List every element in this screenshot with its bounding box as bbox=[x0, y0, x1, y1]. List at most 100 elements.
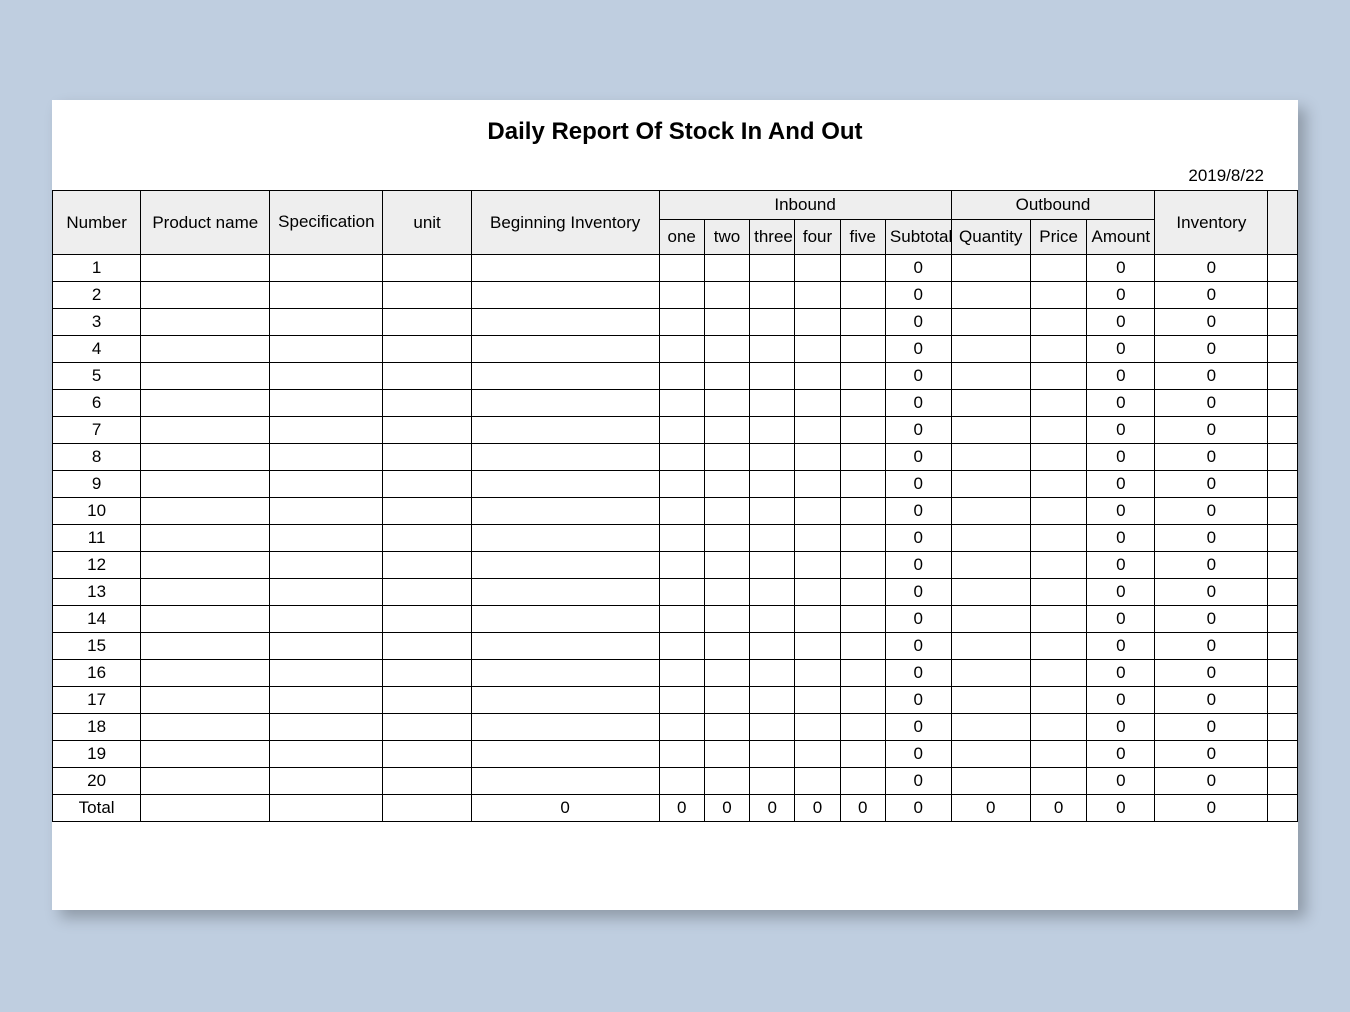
cell-five[interactable] bbox=[840, 390, 885, 417]
cell-amount[interactable]: 0 bbox=[1087, 444, 1155, 471]
cell-two[interactable] bbox=[704, 390, 749, 417]
cell-price[interactable] bbox=[1030, 714, 1087, 741]
cell-inventory[interactable]: 0 bbox=[1155, 417, 1268, 444]
cell-product[interactable] bbox=[141, 498, 270, 525]
cell-unit[interactable] bbox=[383, 660, 471, 687]
cell-beginning[interactable] bbox=[471, 471, 659, 498]
cell-spec[interactable] bbox=[270, 687, 383, 714]
cell-subtotal[interactable]: 0 bbox=[885, 525, 951, 552]
cell-spec[interactable] bbox=[270, 282, 383, 309]
cell-amount[interactable]: 0 bbox=[1087, 471, 1155, 498]
cell-tail[interactable] bbox=[1268, 498, 1298, 525]
cell-tail[interactable] bbox=[1268, 633, 1298, 660]
cell-quantity[interactable] bbox=[951, 390, 1030, 417]
cell-subtotal[interactable]: 0 bbox=[885, 606, 951, 633]
cell-unit[interactable] bbox=[383, 741, 471, 768]
cell-one[interactable] bbox=[659, 579, 704, 606]
cell-two[interactable] bbox=[704, 579, 749, 606]
cell-product[interactable] bbox=[141, 255, 270, 282]
cell-subtotal[interactable]: 0 bbox=[885, 255, 951, 282]
cell-tail[interactable] bbox=[1268, 390, 1298, 417]
cell-quantity[interactable] bbox=[951, 525, 1030, 552]
cell-tail[interactable] bbox=[1268, 741, 1298, 768]
cell-product[interactable] bbox=[141, 471, 270, 498]
cell-one[interactable] bbox=[659, 687, 704, 714]
cell-inventory[interactable]: 0 bbox=[1155, 552, 1268, 579]
cell-tail[interactable] bbox=[1268, 309, 1298, 336]
cell-beginning[interactable] bbox=[471, 633, 659, 660]
cell-product[interactable] bbox=[141, 444, 270, 471]
cell-four[interactable] bbox=[795, 579, 840, 606]
cell-five[interactable] bbox=[840, 687, 885, 714]
cell-spec[interactable] bbox=[270, 579, 383, 606]
cell-amount[interactable]: 0 bbox=[1087, 390, 1155, 417]
cell-price[interactable] bbox=[1030, 417, 1087, 444]
cell-quantity[interactable] bbox=[951, 255, 1030, 282]
cell-beginning[interactable] bbox=[471, 552, 659, 579]
cell-price[interactable] bbox=[1030, 768, 1087, 795]
cell-five[interactable] bbox=[840, 768, 885, 795]
cell-tail[interactable] bbox=[1268, 579, 1298, 606]
cell-inventory[interactable]: 0 bbox=[1155, 336, 1268, 363]
cell-beginning[interactable] bbox=[471, 660, 659, 687]
cell-subtotal[interactable]: 0 bbox=[885, 687, 951, 714]
cell-tail[interactable] bbox=[1268, 255, 1298, 282]
cell-one[interactable] bbox=[659, 471, 704, 498]
cell-subtotal[interactable]: 0 bbox=[885, 471, 951, 498]
cell-price[interactable] bbox=[1030, 282, 1087, 309]
cell-three[interactable] bbox=[750, 282, 795, 309]
cell-unit[interactable] bbox=[383, 471, 471, 498]
cell-one[interactable] bbox=[659, 255, 704, 282]
cell-number[interactable]: 1 bbox=[53, 255, 141, 282]
cell-tail[interactable] bbox=[1268, 417, 1298, 444]
cell-five[interactable] bbox=[840, 417, 885, 444]
cell-five[interactable] bbox=[840, 498, 885, 525]
cell-product[interactable] bbox=[141, 768, 270, 795]
cell-inventory[interactable]: 0 bbox=[1155, 282, 1268, 309]
cell-number[interactable]: 6 bbox=[53, 390, 141, 417]
cell-price[interactable] bbox=[1030, 336, 1087, 363]
cell-quantity[interactable] bbox=[951, 552, 1030, 579]
cell-quantity[interactable] bbox=[951, 471, 1030, 498]
cell-beginning[interactable] bbox=[471, 741, 659, 768]
cell-five[interactable] bbox=[840, 471, 885, 498]
cell-three[interactable] bbox=[750, 390, 795, 417]
cell-price[interactable] bbox=[1030, 606, 1087, 633]
cell-product[interactable] bbox=[141, 390, 270, 417]
cell-unit[interactable] bbox=[383, 498, 471, 525]
cell-product[interactable] bbox=[141, 660, 270, 687]
cell-inventory[interactable]: 0 bbox=[1155, 768, 1268, 795]
cell-three[interactable] bbox=[750, 633, 795, 660]
cell-one[interactable] bbox=[659, 417, 704, 444]
cell-two[interactable] bbox=[704, 633, 749, 660]
cell-number[interactable]: 16 bbox=[53, 660, 141, 687]
cell-unit[interactable] bbox=[383, 633, 471, 660]
cell-amount[interactable]: 0 bbox=[1087, 606, 1155, 633]
cell-four[interactable] bbox=[795, 714, 840, 741]
cell-spec[interactable] bbox=[270, 768, 383, 795]
cell-three[interactable] bbox=[750, 660, 795, 687]
cell-three[interactable] bbox=[750, 471, 795, 498]
cell-one[interactable] bbox=[659, 741, 704, 768]
cell-four[interactable] bbox=[795, 606, 840, 633]
cell-amount[interactable]: 0 bbox=[1087, 498, 1155, 525]
cell-quantity[interactable] bbox=[951, 444, 1030, 471]
cell-four[interactable] bbox=[795, 417, 840, 444]
cell-three[interactable] bbox=[750, 714, 795, 741]
cell-five[interactable] bbox=[840, 363, 885, 390]
cell-quantity[interactable] bbox=[951, 633, 1030, 660]
cell-unit[interactable] bbox=[383, 525, 471, 552]
cell-four[interactable] bbox=[795, 444, 840, 471]
cell-unit[interactable] bbox=[383, 714, 471, 741]
cell-tail[interactable] bbox=[1268, 687, 1298, 714]
cell-one[interactable] bbox=[659, 660, 704, 687]
cell-quantity[interactable] bbox=[951, 606, 1030, 633]
cell-quantity[interactable] bbox=[951, 309, 1030, 336]
cell-four[interactable] bbox=[795, 498, 840, 525]
cell-two[interactable] bbox=[704, 444, 749, 471]
cell-two[interactable] bbox=[704, 498, 749, 525]
cell-unit[interactable] bbox=[383, 363, 471, 390]
cell-amount[interactable]: 0 bbox=[1087, 525, 1155, 552]
cell-product[interactable] bbox=[141, 336, 270, 363]
cell-quantity[interactable] bbox=[951, 417, 1030, 444]
